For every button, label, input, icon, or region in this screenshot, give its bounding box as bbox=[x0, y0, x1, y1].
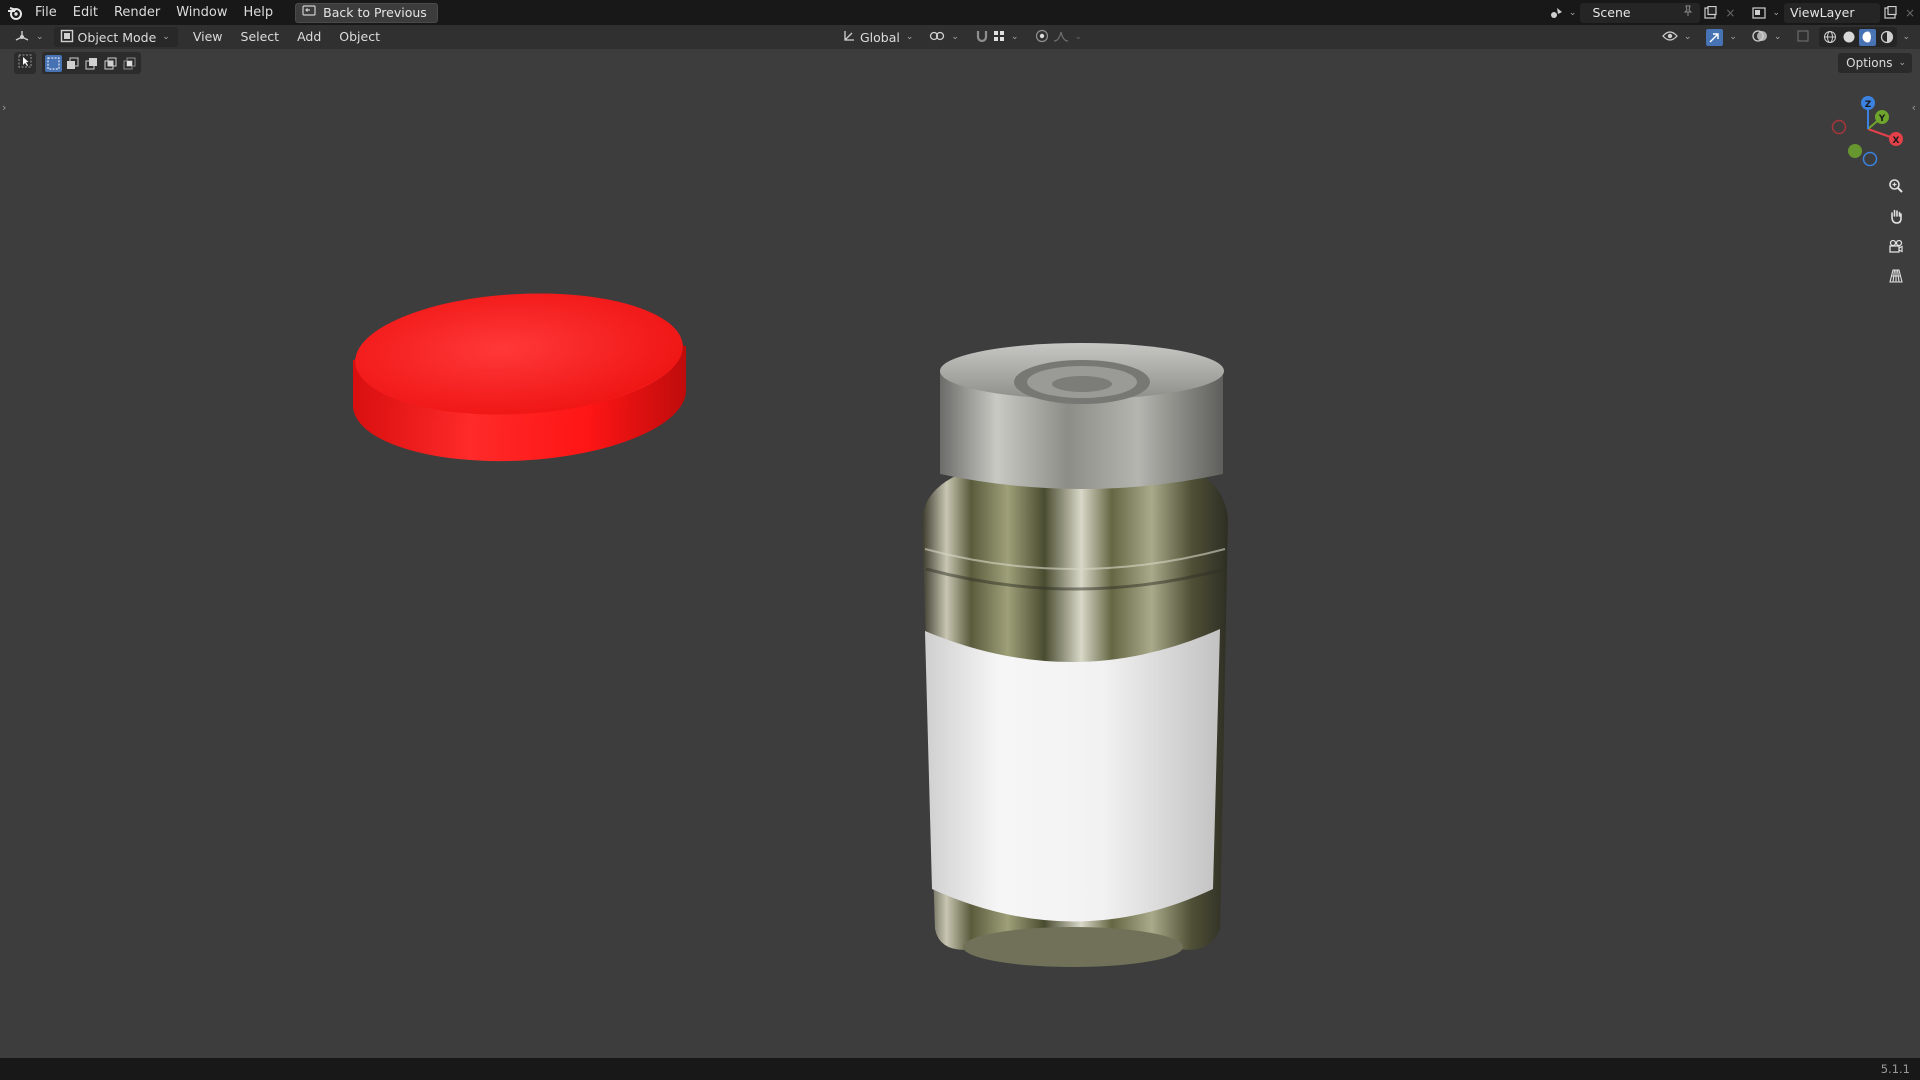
selection-mode-group bbox=[42, 52, 141, 74]
view-layer-dropdown-chevron-icon[interactable]: ⌄ bbox=[1772, 8, 1780, 18]
gizmo-neg-z[interactable] bbox=[1862, 151, 1878, 167]
xray-toggle[interactable] bbox=[1790, 27, 1816, 47]
menu-object[interactable]: Object bbox=[330, 25, 389, 49]
menu-view[interactable]: View bbox=[184, 25, 232, 49]
new-view-layer-icon[interactable] bbox=[1880, 3, 1900, 23]
wireframe-shading-icon[interactable] bbox=[1821, 29, 1838, 46]
rendered-shading-icon[interactable] bbox=[1878, 29, 1895, 46]
perspective-grid-icon[interactable] bbox=[1882, 262, 1910, 290]
blender-logo-icon[interactable] bbox=[3, 0, 27, 25]
view-layer-field[interactable]: ViewLayer bbox=[1784, 2, 1880, 23]
gizmo-arrow-icon bbox=[1706, 28, 1724, 46]
falloff-curve-icon bbox=[1053, 30, 1069, 45]
overlays-toggle[interactable]: ⌄ bbox=[1746, 27, 1788, 47]
object-mode-label: Object Mode bbox=[77, 29, 157, 45]
version-label: 5.1.1 bbox=[1880, 1062, 1910, 1076]
orientation-chevron-icon: ⌄ bbox=[905, 32, 914, 42]
snap-toggle[interactable]: ⌄ bbox=[969, 27, 1025, 47]
zoom-icon[interactable] bbox=[1882, 172, 1910, 200]
viewport-display-tools: ⌄ ⌄ ⌄ ⌄ bbox=[1656, 27, 1910, 47]
view-layer-name: ViewLayer bbox=[1790, 5, 1855, 20]
shading-chevron-icon[interactable]: ⌄ bbox=[1902, 32, 1910, 42]
pivot-point-dropdown[interactable]: ⌄ bbox=[923, 27, 965, 47]
top-menubar: File Edit Render Window Help Back to Pre… bbox=[0, 0, 1920, 25]
visibility-chevron-icon: ⌄ bbox=[1683, 32, 1692, 42]
select-subtract-icon[interactable] bbox=[83, 55, 100, 72]
transform-tools: Global ⌄ ⌄ ⌄ ⌄ bbox=[836, 27, 1088, 47]
status-bar: 5.1.1 bbox=[0, 1058, 1920, 1080]
back-to-previous-button[interactable]: Back to Previous bbox=[295, 2, 438, 23]
pivot-chevron-icon: ⌄ bbox=[951, 32, 959, 42]
navigation-gizmo[interactable]: X Y Z bbox=[1828, 87, 1908, 167]
mode-chevron-icon: ⌄ bbox=[162, 32, 170, 42]
proportional-editing-toggle[interactable]: ⌄ bbox=[1029, 27, 1089, 47]
scene-name: Scene bbox=[1592, 5, 1631, 20]
gizmo-z-label: Z bbox=[1865, 100, 1872, 110]
overlays-chevron-icon: ⌄ bbox=[1773, 32, 1782, 42]
gizmo-x-label: X bbox=[1893, 136, 1900, 146]
eye-visibility-icon bbox=[1661, 30, 1678, 45]
shading-mode-group bbox=[1819, 27, 1898, 47]
scene-render bbox=[350, 285, 1228, 967]
gizmo-neg-x[interactable] bbox=[1831, 119, 1847, 135]
menu-file[interactable]: File bbox=[27, 0, 65, 25]
xray-icon bbox=[1796, 29, 1810, 46]
select-invert-icon[interactable] bbox=[102, 55, 119, 72]
editor-type-chevron-icon: ⌄ bbox=[36, 32, 44, 42]
magnet-icon bbox=[975, 29, 989, 46]
gizmo-y-label: Y bbox=[1878, 114, 1886, 124]
3d-viewport-icon bbox=[14, 29, 30, 46]
menu-add[interactable]: Add bbox=[288, 25, 330, 49]
camera-view-icon[interactable] bbox=[1882, 232, 1910, 260]
options-chevron-icon: ⌄ bbox=[1898, 58, 1906, 68]
gizmo-chevron-icon: ⌄ bbox=[1729, 32, 1737, 42]
scene-field[interactable]: Scene bbox=[1580, 2, 1701, 23]
menu-edit[interactable]: Edit bbox=[65, 0, 106, 25]
options-label: Options bbox=[1846, 56, 1893, 70]
viewport-header: ⌄ Object Mode ⌄ View Select Add Object G… bbox=[0, 25, 1920, 49]
delete-view-layer-icon[interactable]: × bbox=[1900, 3, 1920, 23]
view-layer-selector-icon[interactable] bbox=[1750, 3, 1770, 23]
pivot-link-icon bbox=[929, 29, 945, 46]
select-extend-icon[interactable] bbox=[64, 55, 81, 72]
proportional-edit-icon bbox=[1035, 29, 1049, 46]
gizmo-toggle[interactable]: ⌄ bbox=[1700, 27, 1743, 47]
menu-select[interactable]: Select bbox=[232, 25, 289, 49]
tool-settings-row bbox=[14, 52, 141, 74]
orientation-axes-icon bbox=[842, 29, 856, 46]
menu-render[interactable]: Render bbox=[106, 0, 168, 25]
scene-selector-icon[interactable] bbox=[1547, 3, 1567, 23]
new-scene-icon[interactable] bbox=[1700, 3, 1720, 23]
vial-object[interactable] bbox=[922, 343, 1228, 967]
menu-window[interactable]: Window bbox=[168, 0, 235, 25]
scene-dropdown-chevron-icon[interactable]: ⌄ bbox=[1569, 8, 1577, 18]
options-dropdown[interactable]: Options ⌄ bbox=[1838, 53, 1912, 73]
transform-orientation-dropdown[interactable]: Global ⌄ bbox=[836, 27, 919, 47]
snap-grid-icon bbox=[993, 30, 1005, 45]
solid-shading-icon[interactable] bbox=[1840, 29, 1857, 46]
snap-chevron-icon: ⌄ bbox=[1010, 32, 1019, 42]
pan-hand-icon[interactable] bbox=[1882, 202, 1910, 230]
editor-type-button[interactable]: ⌄ bbox=[8, 27, 50, 47]
select-tool-button[interactable] bbox=[14, 52, 36, 74]
object-mode-icon bbox=[60, 29, 74, 46]
gizmo-neg-y[interactable] bbox=[1848, 144, 1862, 158]
select-intersect-icon[interactable] bbox=[121, 55, 138, 72]
cursor-arrow-icon bbox=[18, 54, 32, 72]
visibility-dropdown[interactable]: ⌄ bbox=[1656, 27, 1698, 47]
select-new-icon[interactable] bbox=[45, 54, 62, 72]
back-screen-icon bbox=[302, 5, 316, 20]
material-preview-shading-icon[interactable] bbox=[1859, 28, 1877, 46]
falloff-chevron-icon: ⌄ bbox=[1074, 32, 1083, 42]
back-to-previous-label: Back to Previous bbox=[323, 5, 427, 20]
menu-help[interactable]: Help bbox=[236, 0, 282, 25]
transform-orientation-label: Global bbox=[860, 29, 900, 45]
delete-scene-icon[interactable]: × bbox=[1720, 3, 1740, 23]
pin-icon[interactable] bbox=[1682, 5, 1694, 20]
object-mode-dropdown[interactable]: Object Mode ⌄ bbox=[53, 27, 178, 47]
3d-viewport[interactable]: › ‹ X Y Z bbox=[0, 49, 1920, 1058]
overlays-icon bbox=[1752, 29, 1768, 46]
red-cap-object[interactable] bbox=[350, 285, 688, 462]
